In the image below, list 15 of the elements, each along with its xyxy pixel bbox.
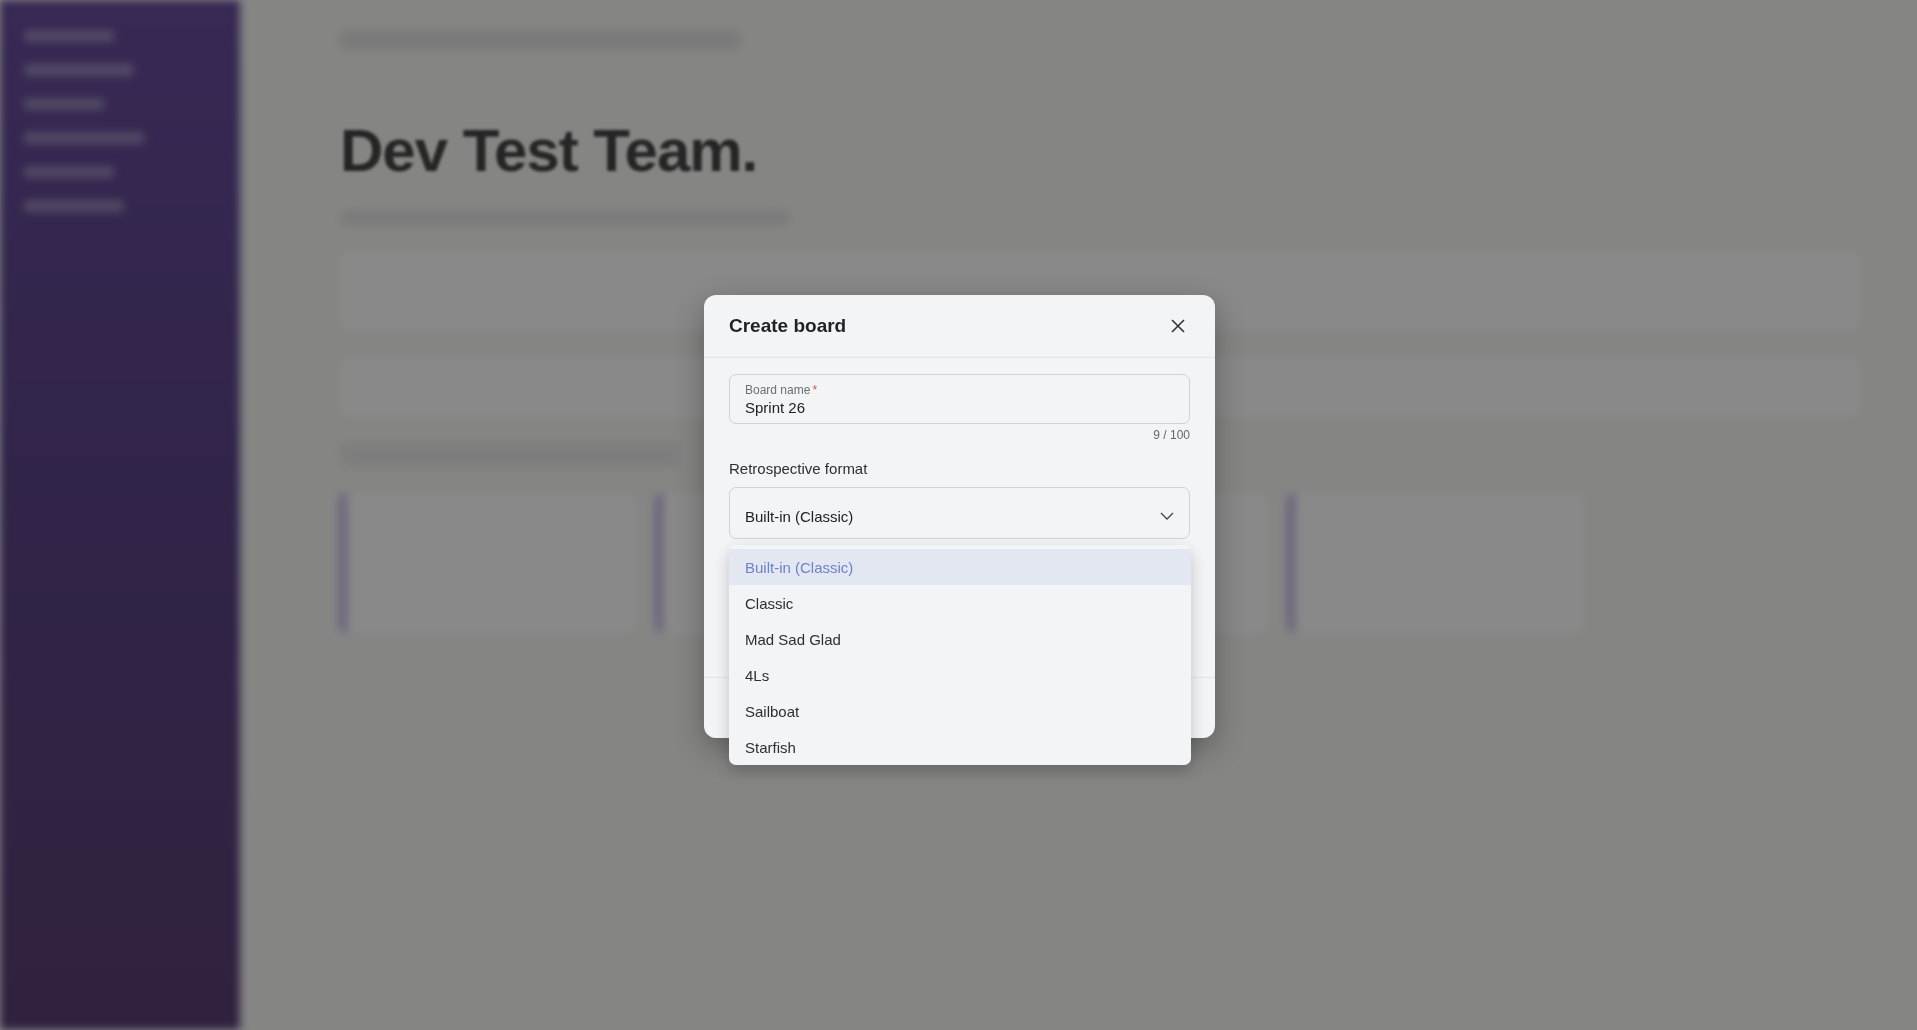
- format-select[interactable]: Built-in (Classic): [729, 487, 1190, 539]
- character-counter: 9 / 100: [1153, 428, 1190, 442]
- field-label: Board name *: [745, 382, 819, 397]
- menu-option[interactable]: Sailboat: [729, 693, 1191, 729]
- menu-option[interactable]: Starfish: [729, 729, 1191, 765]
- menu-option[interactable]: 4Ls: [729, 657, 1191, 693]
- chevron-icon: [1160, 512, 1174, 520]
- close-icon: [1170, 318, 1186, 334]
- format-label: Retrospective format: [729, 460, 869, 477]
- board-name-field[interactable]: Board name * Sprint 26: [729, 374, 1190, 424]
- menu-option[interactable]: Mad Sad Glad: [729, 621, 1191, 657]
- dialog-title: Create board: [729, 315, 847, 337]
- page-heading: Dev Test Team.: [340, 116, 759, 185]
- menu-option[interactable]: Classic: [729, 585, 1191, 621]
- board-name-input[interactable]: Sprint 26: [745, 398, 1174, 416]
